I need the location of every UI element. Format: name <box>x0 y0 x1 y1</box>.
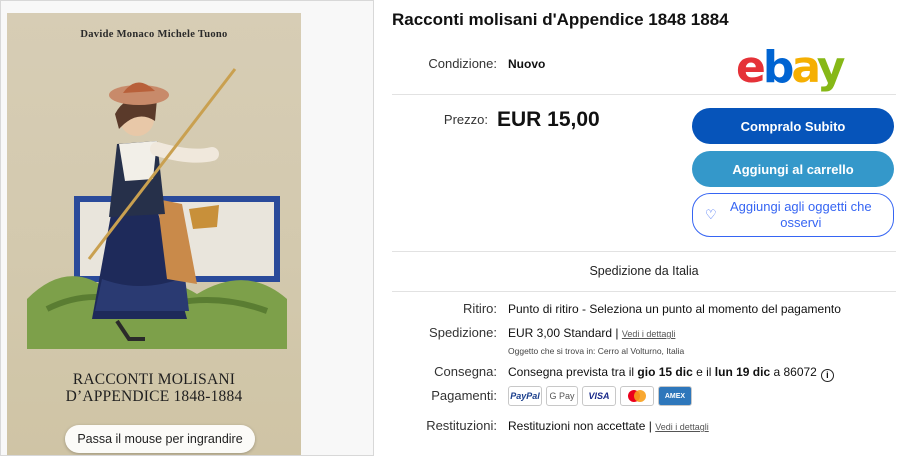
delivery-suffix: a 86072 <box>770 365 817 379</box>
returns-details-link[interactable]: Vedi i dettagli <box>655 422 709 432</box>
payments-label: Pagamenti: <box>431 388 497 403</box>
image-gallery[interactable]: Davide Monaco Michele Tuono RACCONTI MOL… <box>0 0 374 456</box>
delivery-label: Consegna: <box>434 364 497 379</box>
add-to-cart-button[interactable]: Aggiungi al carrello <box>692 151 894 187</box>
divider <box>392 291 896 292</box>
watch-label: Aggiungi agli oggetti che osservi <box>729 199 872 230</box>
condition-label: Condizione: <box>428 56 497 71</box>
cover-illustration <box>27 68 287 349</box>
shipping-details-link[interactable]: Vedi i dettagli <box>622 329 676 339</box>
shipping-label: Spedizione: <box>429 325 497 340</box>
info-icon[interactable]: i <box>820 368 834 382</box>
add-to-watchlist-button[interactable]: ♡ Aggiungi agli oggetti che osservi <box>692 193 894 237</box>
delivery-value: Consegna prevista tra il gio 15 dic e il… <box>508 365 834 382</box>
product-title: Racconti molisani d'Appendice 1848 1884 <box>392 10 729 29</box>
zoom-hint: Passa il mouse per ingrandire <box>65 425 255 453</box>
delivery-mid: e il <box>692 365 715 379</box>
price-value: EUR 15,00 <box>497 108 600 131</box>
buy-now-button[interactable]: Compralo Subito <box>692 108 894 144</box>
condition-value: Nuovo <box>508 57 546 71</box>
pickup-value: Punto di ritiro - Seleziona un punto al … <box>508 302 841 316</box>
price-label: Prezzo: <box>443 112 488 127</box>
cover-authors: Davide Monaco Michele Tuono <box>80 29 228 40</box>
item-location: Oggetto che si trova in: Cerro al Voltur… <box>508 346 685 356</box>
pickup-label: Ritiro: <box>463 301 497 316</box>
visa-icon: VISA <box>582 386 616 406</box>
mastercard-icon <box>620 386 654 406</box>
delivery-to: lun 19 dic <box>714 365 771 379</box>
book-cover-image[interactable]: Davide Monaco Michele Tuono RACCONTI MOL… <box>7 13 301 455</box>
delivery-from: gio 15 dic <box>637 365 693 379</box>
ebay-logo-b: b <box>762 42 794 93</box>
cover-title: RACCONTI MOLISANI D’APPENDICE 1848-1884 <box>7 371 301 405</box>
divider <box>392 251 896 252</box>
paypal-icon: PayPal <box>508 386 542 406</box>
shipping-from: Spedizione da Italia <box>589 264 699 278</box>
divider <box>392 94 896 95</box>
ebay-logo-e: e <box>736 42 766 93</box>
payment-methods: PayPal G Pay VISA AMEX <box>508 386 692 406</box>
ebay-logo-y: y <box>816 42 846 93</box>
shipping-cost: EUR 3,00 Standard | <box>508 326 622 340</box>
returns-value: Restituzioni non accettate | Vedi i dett… <box>508 419 709 433</box>
returns-label: Restituzioni: <box>426 418 497 433</box>
ebay-logo: ebay <box>736 42 846 93</box>
cover-title-line-2: D’APPENDICE 1848-1884 <box>65 388 243 405</box>
delivery-prefix: Consegna prevista tra il <box>508 365 638 379</box>
cover-title-line-1: RACCONTI MOLISANI <box>72 371 236 388</box>
returns-text: Restituzioni non accettate | <box>508 419 656 433</box>
google-pay-icon: G Pay <box>546 386 578 406</box>
ebay-logo-a: a <box>791 42 819 93</box>
amex-icon: AMEX <box>658 386 692 406</box>
shipping-value: EUR 3,00 Standard | Vedi i dettagli <box>508 326 675 340</box>
heart-icon: ♡ <box>705 207 717 222</box>
